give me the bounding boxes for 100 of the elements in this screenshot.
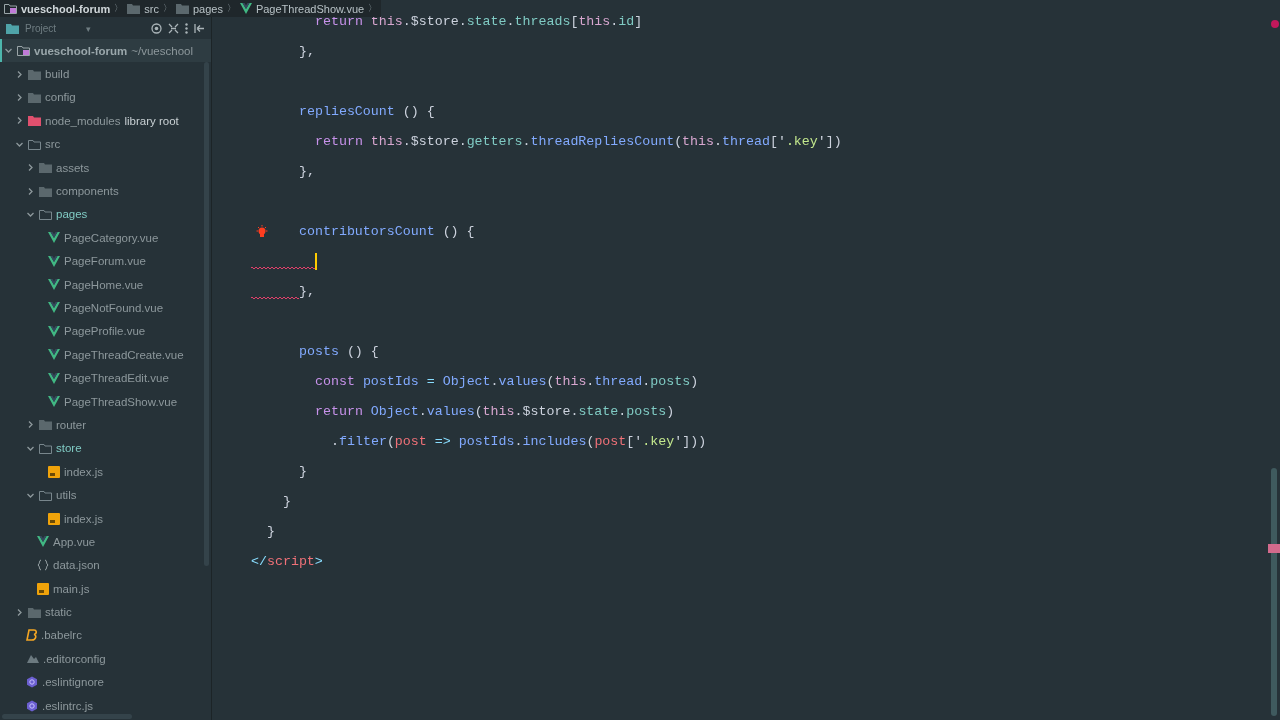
- code-token: return: [315, 133, 363, 149]
- tree-item[interactable]: .eslintignore: [0, 670, 211, 694]
- tree-item[interactable]: PageThreadEdit.vue: [0, 366, 211, 390]
- code-token: getters: [466, 133, 523, 149]
- code-token: },: [299, 163, 315, 179]
- code-token: Object: [441, 373, 491, 389]
- code-token: (: [586, 433, 595, 449]
- tree-item[interactable]: store: [0, 436, 211, 461]
- tree-item[interactable]: src: [0, 132, 211, 156]
- breadcrumb-item[interactable]: pages: [175, 2, 223, 15]
- code-token: repliesCount: [299, 103, 395, 119]
- error-indicator-icon: [1271, 20, 1279, 28]
- tree-item[interactable]: index.js: [0, 506, 211, 531]
- code-token: script: [266, 553, 315, 569]
- tree-item[interactable]: node_modules library root: [0, 109, 211, 133]
- file-name: PageThreadShow.vue: [64, 395, 178, 408]
- dropdown-arrow[interactable]: ▾: [86, 23, 92, 34]
- tree-item[interactable]: router: [0, 413, 211, 437]
- tree-item[interactable]: PageHome.vue: [0, 272, 211, 297]
- code-token: values: [498, 373, 547, 389]
- hide-panel-icon[interactable]: [194, 23, 205, 34]
- panel-title[interactable]: Project: [25, 23, 57, 34]
- js-file-icon: [48, 465, 60, 478]
- chevron-icon[interactable]: [27, 210, 34, 218]
- code-token: state: [578, 403, 619, 419]
- breadcrumb-separator: 〉: [162, 2, 172, 15]
- tree-item[interactable]: static: [0, 600, 211, 624]
- code-token: =>: [433, 433, 452, 449]
- braces-icon: [37, 559, 49, 572]
- file-name: build: [45, 68, 70, 81]
- project-icon: [6, 23, 19, 34]
- tree-item[interactable]: PageNotFound.vue: [0, 296, 211, 320]
- code-token: thread: [594, 373, 643, 389]
- tree-item[interactable]: index.js: [0, 460, 211, 484]
- tree-item[interactable]: config: [0, 85, 211, 110]
- code-token: this: [369, 133, 403, 149]
- chevron-icon[interactable]: [5, 47, 12, 55]
- tree-item[interactable]: vueschool-forum ~/vueschool: [0, 39, 211, 63]
- code-token: postIds: [361, 373, 420, 389]
- chevron-icon[interactable]: [27, 187, 34, 195]
- tree-item[interactable]: main.js: [0, 577, 211, 601]
- tree-item[interactable]: PageForum.vue: [0, 249, 211, 273]
- code-token: </: [251, 553, 267, 569]
- code-token: .: [714, 133, 722, 149]
- lightbulb-icon[interactable]: [256, 225, 268, 238]
- project-folder-icon: [17, 45, 30, 57]
- tree-item[interactable]: data.json: [0, 553, 211, 577]
- collapse-icon[interactable]: [168, 23, 179, 34]
- code-token: const: [315, 373, 355, 389]
- tree-item[interactable]: pages: [0, 202, 211, 227]
- tree-item[interactable]: .eslintrc.js: [0, 693, 211, 718]
- tree-item[interactable]: components: [0, 179, 211, 203]
- breadcrumb-item[interactable]: src: [127, 2, 159, 15]
- code-token: .: [586, 373, 595, 389]
- file-name: components: [56, 185, 119, 198]
- chevron-icon[interactable]: [27, 164, 34, 172]
- code-token: this: [369, 13, 403, 29]
- tree-item[interactable]: PageCategory.vue: [0, 226, 211, 250]
- chevron-icon[interactable]: [16, 117, 23, 125]
- code-token: .$store.: [514, 403, 579, 419]
- chevron-icon[interactable]: [16, 608, 23, 616]
- chevron-icon[interactable]: [16, 70, 23, 78]
- file-name: App.vue: [53, 535, 96, 548]
- tree-item[interactable]: assets: [0, 155, 211, 180]
- folder-icon: [39, 442, 52, 454]
- eslint-icon: [26, 676, 38, 689]
- file-name: src: [45, 138, 61, 151]
- code-token: threadRepliesCount: [530, 133, 675, 149]
- breadcrumb-item[interactable]: PageThreadShow.vue: [239, 2, 365, 15]
- error-marker[interactable]: [1268, 544, 1280, 553]
- scrollbar[interactable]: [1271, 468, 1277, 716]
- tree-item[interactable]: App.vue: [0, 530, 211, 554]
- code-token: (: [386, 433, 395, 449]
- tree-item[interactable]: PageThreadShow.vue: [0, 389, 211, 414]
- breadcrumb-separator: 〉: [226, 2, 236, 15]
- chevron-icon[interactable]: [27, 421, 34, 429]
- file-name: PageProfile.vue: [64, 325, 146, 338]
- chevron-icon[interactable]: [27, 444, 34, 452]
- code-token: return: [315, 403, 363, 419]
- code-token: .: [490, 373, 499, 389]
- target-icon[interactable]: [151, 23, 162, 34]
- code-token: [: [570, 13, 579, 29]
- tree-item[interactable]: build: [0, 62, 211, 86]
- folder-icon: [28, 115, 41, 127]
- folder-icon: [28, 138, 41, 150]
- more-icon[interactable]: [185, 23, 188, 34]
- vue-icon: [48, 372, 60, 384]
- tree-item[interactable]: .editorconfig: [0, 647, 211, 671]
- tree-item[interactable]: utils: [0, 483, 211, 507]
- vue-icon: [48, 349, 60, 361]
- code-token: .: [514, 433, 523, 449]
- tree-item[interactable]: PageThreadCreate.vue: [0, 343, 211, 367]
- tree-item[interactable]: PageProfile.vue: [0, 319, 211, 344]
- code-token: id: [618, 13, 635, 29]
- chevron-icon[interactable]: [16, 93, 23, 101]
- chevron-icon[interactable]: [16, 140, 23, 148]
- breadcrumb-item[interactable]: vueschool-forum: [4, 2, 111, 15]
- babel-icon: [26, 629, 37, 642]
- chevron-icon[interactable]: [27, 491, 34, 499]
- tree-item[interactable]: .babelrc: [0, 623, 211, 648]
